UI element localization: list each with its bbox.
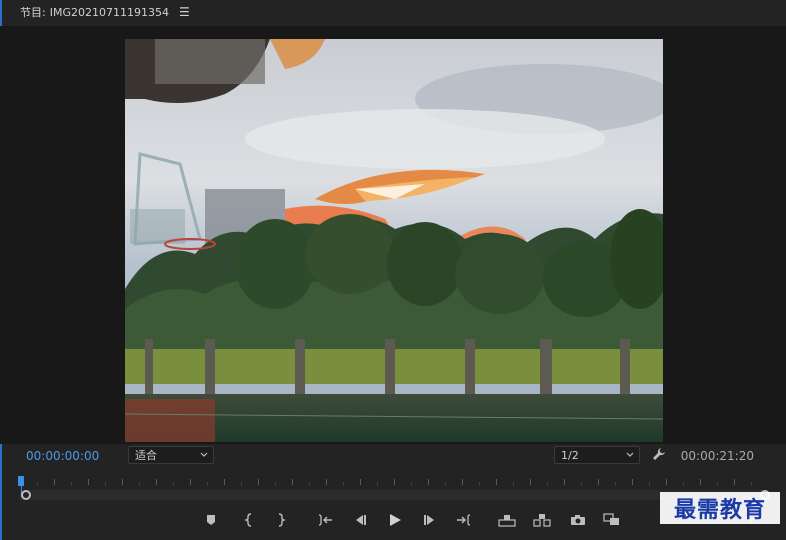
lift-button[interactable]	[498, 511, 516, 529]
ruler-tick	[54, 479, 55, 485]
ruler-tick	[445, 482, 446, 485]
program-monitor-header: 节目: IMG20210711191354 ☰	[0, 0, 786, 24]
ruler-tick	[734, 479, 735, 485]
step-back-button[interactable]	[351, 511, 369, 529]
sequence-name[interactable]: IMG20210711191354	[50, 6, 169, 19]
ruler-tick	[530, 479, 531, 485]
camera-icon	[571, 515, 585, 525]
play-icon	[390, 514, 401, 526]
compare-view-icon	[603, 513, 619, 525]
mark-in-icon	[244, 513, 252, 527]
ruler-tick	[717, 482, 718, 485]
mark-out-icon	[278, 513, 286, 527]
ruler-tick	[88, 479, 89, 485]
ruler-tick	[411, 482, 412, 485]
ruler-tick	[139, 482, 140, 485]
export-frame-button[interactable]	[569, 511, 587, 529]
ruler-tick	[105, 482, 106, 485]
ruler-tick	[224, 479, 225, 485]
go-to-out-icon	[457, 514, 471, 526]
ruler-tick	[258, 479, 259, 485]
mark-out-button[interactable]	[272, 511, 290, 529]
program-monitor-viewport	[0, 26, 786, 444]
watermark-logo: 最需教育	[660, 492, 780, 524]
playhead-track[interactable]	[20, 490, 766, 500]
step-forward-icon	[424, 515, 434, 525]
step-forward-button[interactable]	[421, 511, 439, 529]
wrench-icon[interactable]	[652, 447, 666, 461]
current-timecode[interactable]: 00:00:00:00	[26, 449, 99, 463]
monitor-control-bar: 00:00:00:00 适合 1/2 00:00:21:20	[0, 444, 786, 468]
ruler-tick	[309, 482, 310, 485]
ruler-tick	[649, 482, 650, 485]
add-marker-icon	[207, 515, 215, 525]
ruler-tick	[37, 482, 38, 485]
ruler-tick	[666, 479, 667, 485]
ruler-tick	[683, 482, 684, 485]
ruler-tick	[190, 479, 191, 485]
compare-view-button[interactable]	[603, 511, 621, 529]
lift-icon	[498, 515, 516, 527]
go-to-out-button[interactable]	[455, 511, 473, 529]
ruler-tick	[581, 482, 582, 485]
chevron-down-icon	[626, 452, 634, 457]
ruler-tick	[513, 482, 514, 485]
ruler-tick	[428, 479, 429, 485]
ruler-tick	[479, 482, 480, 485]
resolution-value: 1/2	[561, 448, 579, 462]
ruler-tick	[547, 482, 548, 485]
ruler-tick	[275, 482, 276, 485]
ruler-tick	[292, 479, 293, 485]
mark-in-button[interactable]	[240, 511, 258, 529]
ruler-tick	[496, 479, 497, 485]
add-marker-button[interactable]	[202, 511, 220, 529]
in-point-handle[interactable]	[21, 490, 31, 500]
ruler-tick	[751, 482, 752, 485]
ruler-tick	[71, 482, 72, 485]
ruler-tick	[207, 482, 208, 485]
ruler-tick	[326, 479, 327, 485]
ruler-tick	[241, 482, 242, 485]
play-button[interactable]	[386, 511, 404, 529]
ruler-tick	[377, 482, 378, 485]
zoom-level-value: 适合	[135, 449, 157, 462]
ruler-tick	[615, 482, 616, 485]
chevron-down-icon	[200, 452, 208, 457]
ruler-tick	[564, 479, 565, 485]
hamburger-menu-icon[interactable]: ☰	[179, 5, 190, 19]
ruler-tick	[462, 479, 463, 485]
ruler-tick	[360, 479, 361, 485]
zoom-level-select[interactable]: 适合	[128, 446, 214, 464]
step-back-icon	[356, 515, 366, 525]
ruler-tick	[598, 479, 599, 485]
video-frame[interactable]	[125, 39, 663, 442]
go-to-in-icon	[318, 514, 332, 526]
go-to-in-button[interactable]	[316, 511, 334, 529]
ruler-tick	[156, 479, 157, 485]
playback-resolution-select[interactable]: 1/2	[554, 446, 640, 464]
ruler-tick	[173, 482, 174, 485]
extract-button[interactable]	[533, 511, 551, 529]
ruler-tick	[122, 479, 123, 485]
ruler-tick	[632, 479, 633, 485]
ruler-tick	[343, 482, 344, 485]
panel-title-prefix: 节目:	[20, 6, 46, 19]
ruler-tick	[394, 479, 395, 485]
ruler-tick	[700, 479, 701, 485]
extract-icon	[533, 514, 551, 527]
duration-timecode: 00:00:21:20	[680, 449, 754, 463]
